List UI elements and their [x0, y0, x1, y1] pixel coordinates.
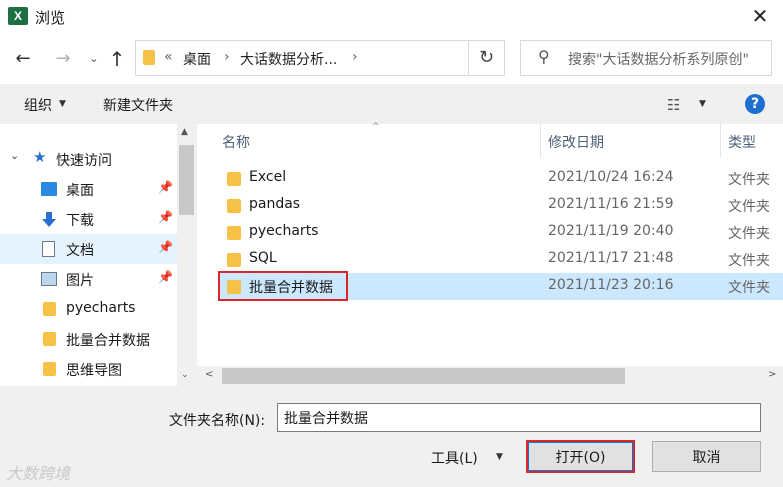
sidebar-item-label: 下载 — [66, 213, 94, 229]
file-type: 文件夹 — [728, 280, 770, 296]
breadcrumb-overflow-icon[interactable]: « — [164, 49, 173, 65]
sidebar-item-label: 桌面 — [66, 183, 94, 199]
forward-arrow-icon[interactable]: → — [52, 48, 74, 70]
document-icon — [42, 241, 55, 257]
download-icon — [41, 212, 57, 227]
sidebar-item-batch-merge[interactable]: 批量合并数据 — [0, 324, 177, 354]
sidebar-item-label: pyecharts — [66, 300, 136, 316]
file-modified: 2021/11/16 21:59 — [548, 196, 674, 212]
horizontal-scroll-thumb[interactable] — [222, 368, 625, 384]
folder-icon — [43, 302, 56, 316]
recent-locations-chevron-icon[interactable]: ⌄ — [83, 48, 105, 70]
star-icon: ★ — [33, 148, 47, 166]
up-arrow-icon[interactable]: ↑ — [106, 48, 128, 70]
file-type: 文件夹 — [728, 199, 770, 215]
file-type: 文件夹 — [728, 226, 770, 242]
search-placeholder: 搜索"大话数据分析系列原创" — [568, 52, 749, 68]
search-icon: ⚲ — [538, 47, 550, 66]
desktop-icon — [41, 182, 57, 196]
refresh-icon[interactable]: ↻ — [469, 40, 505, 76]
file-row[interactable]: Excel 2021/10/24 16:24 文件夹 — [219, 165, 783, 192]
folder-icon — [43, 332, 56, 346]
folder-icon — [227, 172, 241, 186]
caret-down-icon[interactable]: ▼ — [699, 99, 706, 109]
sidebar-item-mind-map[interactable]: 思维导图 — [0, 354, 177, 384]
sidebar-item-documents[interactable]: 文档 📌 — [0, 234, 177, 264]
sidebar-item-quick-access[interactable]: ⌄ ★ 快速访问 — [0, 144, 177, 174]
back-arrow-icon[interactable]: ← — [12, 48, 34, 70]
file-name: pyecharts — [249, 223, 319, 239]
open-button[interactable]: 打开(O) — [526, 440, 635, 473]
file-modified: 2021/11/19 20:40 — [548, 223, 674, 239]
chevron-right-icon[interactable]: › — [352, 49, 358, 65]
column-divider[interactable] — [720, 124, 721, 158]
tools-button[interactable]: 工具(L) — [431, 448, 478, 468]
file-name: SQL — [249, 250, 277, 266]
file-row[interactable]: pyecharts 2021/11/19 20:40 文件夹 — [219, 219, 783, 246]
caret-down-icon[interactable]: ▼ — [496, 452, 503, 462]
close-button[interactable]: ✕ — [747, 3, 773, 29]
column-header-modified[interactable]: 修改日期 — [548, 132, 604, 152]
sidebar-item-label: 批量合并数据 — [66, 333, 150, 349]
scroll-up-icon[interactable]: ▲ — [181, 127, 188, 137]
sidebar-scroll-thumb[interactable] — [179, 145, 194, 215]
sidebar-item-downloads[interactable]: 下载 📌 — [0, 204, 177, 234]
folder-icon — [227, 253, 241, 267]
cancel-button[interactable]: 取消 — [652, 441, 761, 472]
highlight-annotation-box — [218, 271, 348, 301]
file-modified: 2021/11/17 21:48 — [548, 250, 674, 266]
caret-down-icon[interactable]: ▼ — [59, 99, 66, 109]
chevron-right-icon[interactable]: › — [224, 49, 230, 65]
sidebar-item-desktop[interactable]: 桌面 📌 — [0, 174, 177, 204]
watermark: 大数跨境 — [6, 464, 71, 483]
sidebar-item-label: 图片 — [66, 273, 94, 289]
pin-icon[interactable]: 📌 — [158, 180, 173, 194]
folder-icon — [143, 50, 155, 65]
sidebar-item-label: 快速访问 — [56, 153, 112, 169]
excel-app-icon: X — [8, 7, 28, 25]
file-row[interactable]: SQL 2021/11/17 21:48 文件夹 — [219, 246, 783, 273]
view-options-icon[interactable]: ☷ — [667, 96, 680, 114]
sidebar-item-label: 文档 — [66, 243, 94, 259]
folder-icon — [43, 362, 56, 376]
column-divider[interactable] — [540, 124, 541, 158]
column-header-name[interactable]: 名称 — [222, 132, 250, 152]
navigation-pane: ⌄ ★ 快速访问 桌面 📌 下载 📌 文档 📌 图片 📌 pyecharts 批… — [0, 124, 196, 386]
file-type: 文件夹 — [728, 253, 770, 269]
pin-icon[interactable]: 📌 — [158, 270, 173, 284]
pin-icon[interactable]: 📌 — [158, 210, 173, 224]
scroll-left-icon[interactable]: < — [205, 369, 213, 380]
file-modified: 2021/11/23 20:16 — [548, 277, 674, 293]
title-bar — [0, 0, 783, 34]
folder-icon — [227, 199, 241, 213]
picture-icon — [41, 272, 57, 286]
folder-icon — [227, 226, 241, 240]
file-name: Excel — [249, 169, 287, 185]
sort-ascending-icon: ^ — [372, 122, 380, 132]
folder-name-input[interactable] — [277, 403, 761, 432]
window-title: 浏览 — [35, 9, 66, 27]
sidebar-item-label: 思维导图 — [66, 363, 122, 379]
scroll-right-icon[interactable]: > — [768, 369, 776, 380]
breadcrumb-desktop[interactable]: 桌面 — [183, 49, 211, 69]
pin-icon[interactable]: 📌 — [158, 240, 173, 254]
help-icon[interactable]: ? — [745, 94, 765, 114]
breadcrumb-current-folder[interactable]: 大话数据分析... — [240, 49, 337, 69]
file-type: 文件夹 — [728, 172, 770, 188]
sidebar-item-pictures[interactable]: 图片 📌 — [0, 264, 177, 294]
file-modified: 2021/10/24 16:24 — [548, 169, 674, 185]
sidebar-item-pyecharts[interactable]: pyecharts — [0, 294, 177, 324]
column-header-type[interactable]: 类型 — [728, 132, 756, 152]
folder-name-label: 文件夹名称(N): — [169, 413, 266, 429]
file-row[interactable]: pandas 2021/11/16 21:59 文件夹 — [219, 192, 783, 219]
chevron-down-icon[interactable]: ⌄ — [10, 149, 19, 162]
organize-button[interactable]: 组织 — [24, 95, 52, 115]
file-name: pandas — [249, 196, 301, 212]
new-folder-button[interactable]: 新建文件夹 — [103, 95, 173, 115]
scroll-down-icon[interactable]: ⌄ — [181, 370, 189, 380]
